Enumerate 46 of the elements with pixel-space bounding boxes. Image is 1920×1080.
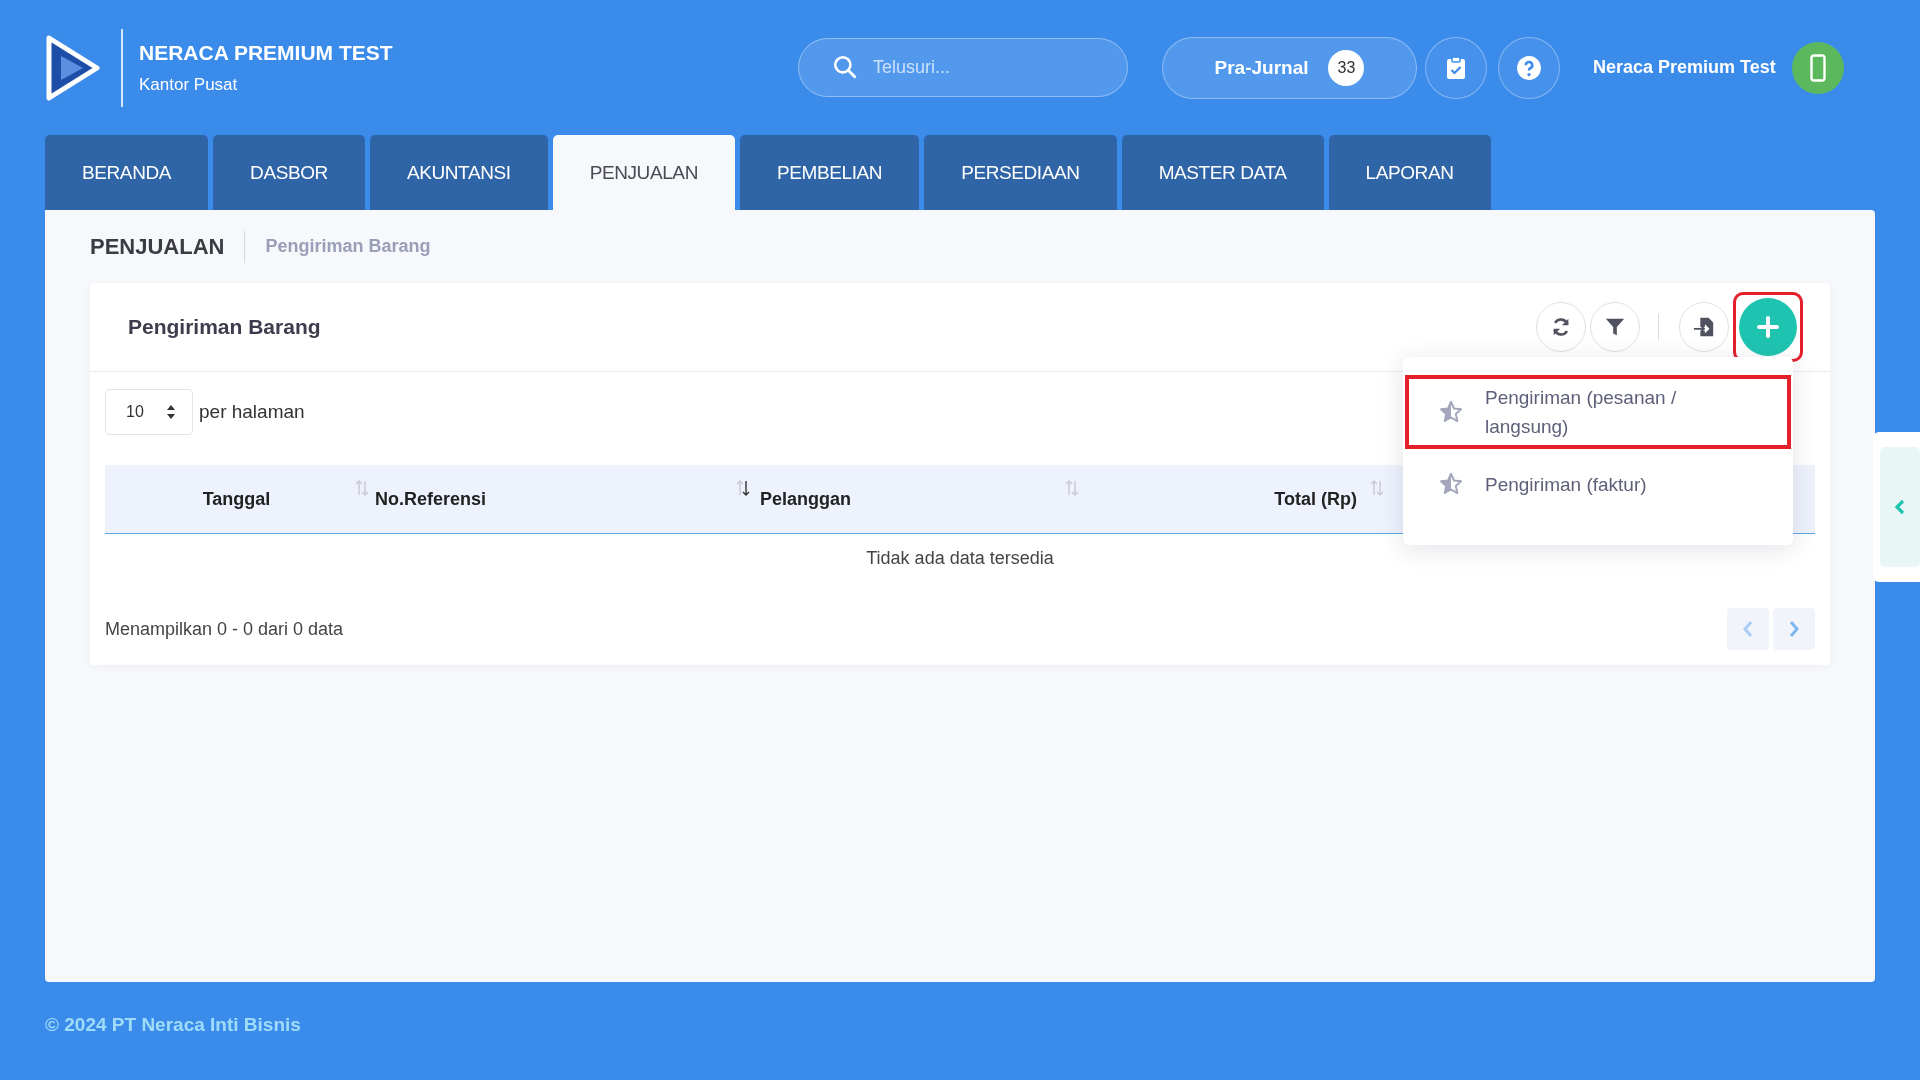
breadcrumb-section: PENJUALAN bbox=[90, 230, 246, 263]
next-page-button[interactable] bbox=[1773, 608, 1815, 650]
import-button[interactable] bbox=[1679, 302, 1729, 352]
column-header[interactable]: Total (Rp) bbox=[1274, 488, 1357, 510]
filter-button[interactable] bbox=[1590, 302, 1640, 352]
column-header[interactable]: Tanggal bbox=[202, 488, 271, 510]
chevron-left-icon bbox=[1894, 498, 1906, 516]
refresh-button[interactable] bbox=[1536, 302, 1586, 352]
count-badge: 33 bbox=[1328, 49, 1365, 86]
star-icon bbox=[1439, 472, 1463, 496]
pagination-summary: Menampilkan 0 - 0 dari 0 data bbox=[105, 618, 344, 640]
nav-tab[interactable]: PEMBELIAN bbox=[739, 135, 920, 210]
plus-icon bbox=[1756, 315, 1780, 339]
logo-icon bbox=[45, 33, 101, 102]
nav-tab[interactable]: LAPORAN bbox=[1328, 135, 1491, 210]
nav-tab[interactable]: PERSEDIAAN bbox=[924, 135, 1117, 210]
empty-message: Tidak ada data tersedia bbox=[865, 546, 1055, 570]
chevron-left-icon bbox=[1742, 620, 1754, 638]
pre-journal-button[interactable]: Pra-Jurnal 33 bbox=[1162, 36, 1417, 99]
file-import-icon bbox=[1693, 316, 1715, 338]
copyright-text: © 2024 PT Neraca Inti Bisnis bbox=[44, 1013, 302, 1036]
star-icon bbox=[1439, 400, 1463, 424]
side-panel-toggle[interactable] bbox=[1880, 447, 1920, 567]
search-icon bbox=[832, 54, 858, 80]
user-name: Neraca Premium Test bbox=[1593, 57, 1776, 78]
chevron-right-icon bbox=[1788, 620, 1800, 638]
page-size-label: per halaman bbox=[199, 401, 305, 423]
branch-name: Kantor Pusat bbox=[139, 74, 239, 95]
nav-tab[interactable]: MASTER DATA bbox=[1121, 135, 1324, 210]
nav-tab[interactable]: BERANDA bbox=[45, 135, 209, 210]
help-icon bbox=[1516, 54, 1542, 81]
phone-icon bbox=[1809, 53, 1826, 82]
filter-icon bbox=[1604, 316, 1626, 338]
page-size-select[interactable]: 10 bbox=[105, 389, 193, 435]
add-button[interactable] bbox=[1739, 298, 1797, 356]
nav-tab[interactable]: AKUNTANSI bbox=[369, 135, 548, 210]
nav-tab[interactable]: PENJUALAN bbox=[552, 135, 735, 210]
sort-icon[interactable] bbox=[735, 479, 751, 497]
company-name: NERACA PREMIUM TEST bbox=[139, 40, 393, 65]
card-title: Pengiriman Barang bbox=[128, 315, 322, 339]
nav-tab[interactable]: DASBOR bbox=[213, 135, 365, 210]
stepper-icon bbox=[166, 404, 176, 420]
column-header[interactable]: Pelanggan bbox=[760, 488, 852, 510]
clipboard-check-icon bbox=[1446, 55, 1466, 80]
menu-item[interactable]: Pengiriman (pesanan / langsung) bbox=[1405, 375, 1791, 449]
column-header[interactable]: No.Referensi bbox=[375, 488, 487, 510]
